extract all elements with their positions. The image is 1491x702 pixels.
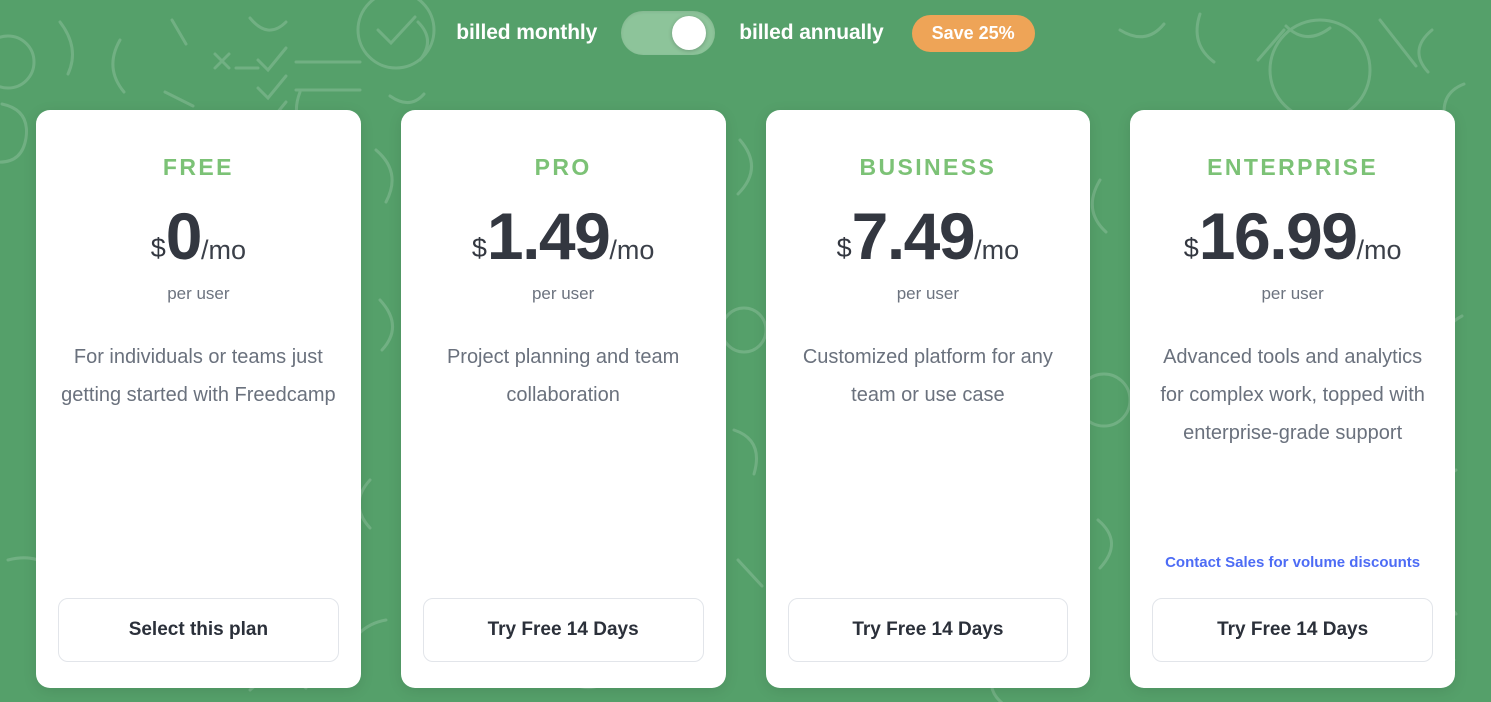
save-badge: Save 25% [911,14,1035,52]
price-amount: 7.49 [851,199,976,273]
cta-button[interactable]: Try Free 14 Days [787,598,1069,662]
price-amount: 0 [165,199,203,273]
cta-button[interactable]: Try Free 14 Days [1152,598,1433,662]
currency-symbol: $ [471,233,487,263]
plan-name: BUSINESS [859,154,997,180]
pricing-page: billed monthly billed annually Save 25% … [0,0,1491,702]
plan-price: $ 7.49 /mo [837,203,1020,269]
plan-name: PRO [534,154,592,180]
pricing-card-enterprise: ENTERPRISE $ 16.99 /mo per user Advanced… [1130,110,1455,688]
pricing-card-free: FREE $ 0 /mo per user For individuals or… [36,110,361,688]
cta-button[interactable]: Try Free 14 Days [422,598,704,662]
plan-name: ENTERPRISE [1207,154,1379,180]
price-period: /mo [1356,235,1402,265]
per-user-label: per user [896,284,960,303]
contact-sales-link[interactable]: Contact Sales for volume discounts [1165,554,1420,572]
per-user-label: per user [167,284,230,303]
price-period: /mo [974,235,1020,265]
billed-annually-label[interactable]: billed annually [739,21,883,45]
pricing-cards: FREE $ 0 /mo per user For individuals or… [36,110,1455,688]
cta-button[interactable]: Select this plan [58,598,339,662]
per-user-label: per user [1261,284,1324,303]
plan-description: For individuals or teams just getting st… [61,346,336,406]
billed-monthly-label[interactable]: billed monthly [456,21,597,45]
pricing-card-business: BUSINESS $ 7.49 /mo per user Customized … [765,110,1091,688]
plan-description: Customized platform for any team or use … [802,346,1053,406]
price-amount: 1.49 [486,199,611,273]
plan-description: Advanced tools and analytics for complex… [1160,346,1425,444]
billing-period-toggle[interactable] [621,11,716,55]
plan-price: $ 0 /mo [151,203,246,269]
toggle-knob[interactable] [672,16,707,50]
pricing-card-pro: PRO $ 1.49 /mo per user Project planning… [400,110,726,688]
plan-price: $ 1.49 /mo [472,203,655,269]
plan-price: $ 16.99 /mo [1184,203,1402,269]
currency-symbol: $ [1183,233,1199,263]
plan-name: FREE [162,154,234,180]
billing-toggle-bar: billed monthly billed annually Save 25% [0,0,1491,66]
currency-symbol: $ [836,233,852,263]
per-user-label: per user [531,284,595,303]
currency-symbol: $ [150,233,166,263]
price-period: /mo [609,235,655,265]
plan-description: Project planning and team collaboration [446,346,680,406]
price-period: /mo [200,235,246,265]
price-amount: 16.99 [1198,199,1358,273]
